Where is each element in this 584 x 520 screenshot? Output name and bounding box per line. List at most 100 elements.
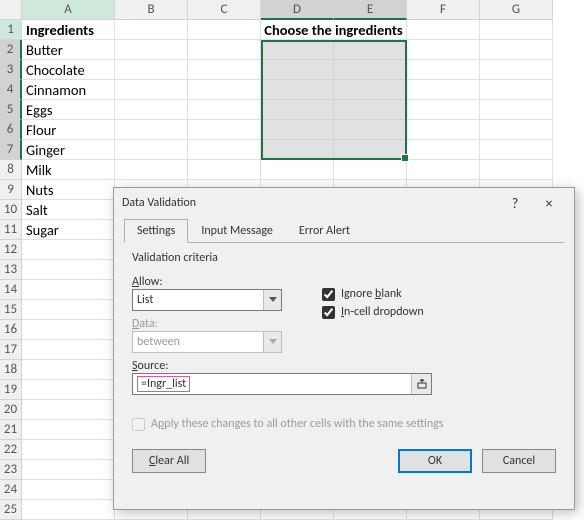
cell-F1[interactable] bbox=[407, 20, 480, 40]
row-header-16[interactable]: 16 bbox=[0, 320, 22, 340]
cell-D5[interactable] bbox=[261, 100, 334, 120]
cell-A2[interactable]: Butter bbox=[22, 40, 115, 60]
cell-B2[interactable] bbox=[115, 40, 188, 60]
tab-input-message[interactable]: Input Message bbox=[188, 219, 286, 243]
cell-C2[interactable] bbox=[188, 40, 261, 60]
col-header-C[interactable]: C bbox=[188, 0, 261, 20]
cell-B3[interactable] bbox=[115, 60, 188, 80]
row-header-18[interactable]: 18 bbox=[0, 360, 22, 380]
tab-error-alert[interactable]: Error Alert bbox=[286, 219, 363, 243]
row-header-8[interactable]: 8 bbox=[0, 160, 22, 180]
cell-A8[interactable]: Milk bbox=[22, 160, 115, 180]
cell-E7[interactable] bbox=[334, 140, 407, 160]
cell-A19[interactable] bbox=[22, 380, 115, 400]
row-header-22[interactable]: 22 bbox=[0, 440, 22, 460]
cell-A14[interactable] bbox=[22, 280, 115, 300]
cell-A22[interactable] bbox=[22, 440, 115, 460]
cell-A7[interactable]: Ginger bbox=[22, 140, 115, 160]
col-header-D[interactable]: D bbox=[261, 0, 334, 20]
cell-A21[interactable] bbox=[22, 420, 115, 440]
cell-A12[interactable] bbox=[22, 240, 115, 260]
cell-D1-E1[interactable]: Choose the ingredients bbox=[261, 20, 407, 40]
cell-A11[interactable]: Sugar bbox=[22, 220, 115, 240]
cell-A13[interactable] bbox=[22, 260, 115, 280]
cell-G1[interactable] bbox=[480, 20, 553, 40]
cell-D6[interactable] bbox=[261, 120, 334, 140]
cell-A16[interactable] bbox=[22, 320, 115, 340]
col-header-E[interactable]: E bbox=[334, 0, 407, 20]
cell-A20[interactable] bbox=[22, 400, 115, 420]
cell-F2[interactable] bbox=[407, 40, 480, 60]
clear-all-button[interactable]: Clear All bbox=[132, 449, 206, 473]
cell-G2[interactable] bbox=[480, 40, 553, 60]
col-header-B[interactable]: B bbox=[115, 0, 188, 20]
cell-E2[interactable] bbox=[334, 40, 407, 60]
cell-C6[interactable] bbox=[188, 120, 261, 140]
cell-D4[interactable] bbox=[261, 80, 334, 100]
row-header-12[interactable]: 12 bbox=[0, 240, 22, 260]
cell-B7[interactable] bbox=[115, 140, 188, 160]
row-header-21[interactable]: 21 bbox=[0, 420, 22, 440]
row-header-15[interactable]: 15 bbox=[0, 300, 22, 320]
cell-A4[interactable]: Cinnamon bbox=[22, 80, 115, 100]
col-header-F[interactable]: F bbox=[407, 0, 480, 20]
cell-G8[interactable] bbox=[480, 160, 553, 180]
cell-D2[interactable] bbox=[261, 40, 334, 60]
cell-A10[interactable]: Salt bbox=[22, 200, 115, 220]
row-header-4[interactable]: 4 bbox=[0, 80, 22, 100]
cell-C5[interactable] bbox=[188, 100, 261, 120]
cell-E4[interactable] bbox=[334, 80, 407, 100]
cell-B4[interactable] bbox=[115, 80, 188, 100]
cell-E3[interactable] bbox=[334, 60, 407, 80]
cell-A24[interactable] bbox=[22, 480, 115, 500]
cell-C7[interactable] bbox=[188, 140, 261, 160]
col-header-A[interactable]: A bbox=[22, 0, 115, 20]
cell-A15[interactable] bbox=[22, 300, 115, 320]
row-header-5[interactable]: 5 bbox=[0, 100, 22, 120]
row-header-3[interactable]: 3 bbox=[0, 60, 22, 80]
cell-E8[interactable] bbox=[334, 160, 407, 180]
row-header-11[interactable]: 11 bbox=[0, 220, 22, 240]
cancel-button[interactable]: Cancel bbox=[482, 449, 556, 473]
cell-E5[interactable] bbox=[334, 100, 407, 120]
cell-F3[interactable] bbox=[407, 60, 480, 80]
cell-A17[interactable] bbox=[22, 340, 115, 360]
row-header-10[interactable]: 10 bbox=[0, 200, 22, 220]
row-header-19[interactable]: 19 bbox=[0, 380, 22, 400]
cell-C1[interactable] bbox=[188, 20, 261, 40]
row-header-6[interactable]: 6 bbox=[0, 120, 22, 140]
cell-F6[interactable] bbox=[407, 120, 480, 140]
cell-A3[interactable]: Chocolate bbox=[22, 60, 115, 80]
cell-B1[interactable] bbox=[115, 20, 188, 40]
row-header-9[interactable]: 9 bbox=[0, 180, 22, 200]
cell-G7[interactable] bbox=[480, 140, 553, 160]
row-header-7[interactable]: 7 bbox=[0, 140, 22, 160]
source-input[interactable]: =Ingr_list bbox=[132, 373, 432, 395]
row-header-17[interactable]: 17 bbox=[0, 340, 22, 360]
cell-F4[interactable] bbox=[407, 80, 480, 100]
row-header-23[interactable]: 23 bbox=[0, 460, 22, 480]
row-header-14[interactable]: 14 bbox=[0, 280, 22, 300]
cell-D3[interactable] bbox=[261, 60, 334, 80]
ok-button[interactable]: OK bbox=[398, 449, 472, 473]
row-header-13[interactable]: 13 bbox=[0, 260, 22, 280]
cell-A23[interactable] bbox=[22, 460, 115, 480]
cell-F8[interactable] bbox=[407, 160, 480, 180]
cell-A1[interactable]: Ingredients bbox=[22, 20, 115, 40]
cell-D8[interactable] bbox=[261, 160, 334, 180]
row-header-2[interactable]: 2 bbox=[0, 40, 22, 60]
row-header-1[interactable]: 1 bbox=[0, 20, 22, 40]
help-button[interactable]: ? bbox=[498, 191, 532, 215]
cell-B6[interactable] bbox=[115, 120, 188, 140]
cell-A9[interactable]: Nuts bbox=[22, 180, 115, 200]
cell-E6[interactable] bbox=[334, 120, 407, 140]
cell-B5[interactable] bbox=[115, 100, 188, 120]
cell-G4[interactable] bbox=[480, 80, 553, 100]
dialog-titlebar[interactable]: Data Validation ? × bbox=[114, 188, 574, 218]
cell-A5[interactable]: Eggs bbox=[22, 100, 115, 120]
row-header-25[interactable]: 25 bbox=[0, 500, 22, 520]
cell-C4[interactable] bbox=[188, 80, 261, 100]
select-all-corner[interactable] bbox=[0, 0, 22, 20]
ignore-blank-checkbox[interactable]: Ignore blank bbox=[322, 287, 424, 301]
cell-B8[interactable] bbox=[115, 160, 188, 180]
